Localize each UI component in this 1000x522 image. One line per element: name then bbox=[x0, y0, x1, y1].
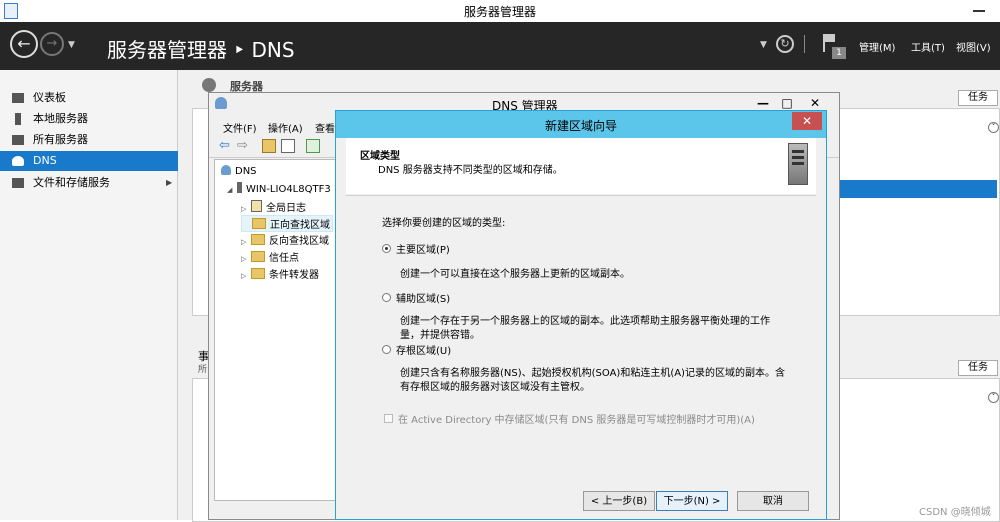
storage-icon bbox=[12, 178, 24, 188]
tasks-button-bottom[interactable]: 任务 bbox=[958, 360, 998, 376]
wizard-step-desc: DNS 服务器支持不同类型的区域和存储。 bbox=[378, 165, 563, 176]
tree-item-server[interactable]: ◢ WIN-LIO4L8QTF3 bbox=[227, 182, 331, 195]
back-button[interactable]: ← bbox=[10, 30, 38, 58]
back-button[interactable]: < 上一步(B) bbox=[583, 491, 655, 511]
refresh-icon[interactable]: ↻ bbox=[776, 35, 794, 53]
stub-zone-desc: 创建只含有名称服务器(NS)、起始授权机构(SOA)和粘连主机(A)记录的区域的… bbox=[400, 368, 785, 379]
events-sub: 所 bbox=[198, 365, 208, 375]
sidebar-item-label: DNS bbox=[33, 154, 57, 167]
expand-arrow-icon[interactable]: ▶ bbox=[166, 173, 172, 193]
sidebar-item-label: 所有服务器 bbox=[33, 133, 88, 146]
sidebar-item-local-server[interactable]: 本地服务器 bbox=[0, 109, 178, 129]
app-header: ← → ▼ 服务器管理器 ‣ DNS ▼ ↻ 1 管理(M) 工具(T) 视图(… bbox=[0, 22, 1000, 70]
menu-view[interactable]: 视图(V) bbox=[956, 39, 991, 54]
radio-stub-zone[interactable] bbox=[382, 345, 391, 354]
dns-minimize-button[interactable]: — bbox=[751, 95, 775, 111]
zone-type-prompt: 选择你要创建的区域的类型: bbox=[382, 218, 506, 229]
sidebar-item-file-storage[interactable]: 文件和存储服务 ▶ bbox=[0, 173, 178, 193]
tasks-button-top[interactable]: 任务 bbox=[958, 90, 998, 106]
sidebar-item-dns[interactable]: DNS bbox=[0, 151, 178, 171]
folder-icon bbox=[251, 268, 265, 279]
header-divider bbox=[804, 35, 805, 53]
cancel-button[interactable]: 取消 bbox=[737, 491, 809, 511]
log-icon bbox=[251, 200, 262, 212]
primary-zone-label[interactable]: 主要区域(P) bbox=[396, 241, 450, 256]
menu-view[interactable]: 查看 bbox=[315, 120, 335, 135]
forward-button[interactable]: → bbox=[40, 32, 64, 56]
expand-arrow-icon[interactable]: ▷ bbox=[241, 272, 251, 280]
watermark: CSDN @晓倾城 bbox=[919, 507, 991, 518]
servers-icon bbox=[12, 135, 24, 145]
sidebar-item-label: 本地服务器 bbox=[33, 112, 88, 125]
new-zone-wizard-dialog: 新建区域向导 ✕ 区域类型 DNS 服务器支持不同类型的区域和存储。 选择你要创… bbox=[335, 110, 827, 520]
menu-action[interactable]: 操作(A) bbox=[268, 120, 303, 135]
menu-tools[interactable]: 工具(T) bbox=[911, 39, 945, 54]
radio-secondary-zone[interactable] bbox=[382, 293, 391, 302]
sidebar-item-dashboard[interactable]: 仪表板 bbox=[0, 88, 178, 108]
folder-icon bbox=[252, 218, 266, 229]
folder-icon bbox=[251, 251, 265, 262]
wizard-title: 新建区域向导 bbox=[544, 119, 617, 133]
up-folder-icon[interactable] bbox=[262, 139, 276, 153]
sidebar-item-all-servers[interactable]: 所有服务器 bbox=[0, 130, 178, 150]
servers-section-icon bbox=[202, 78, 216, 92]
menu-manage[interactable]: 管理(M) bbox=[859, 39, 895, 54]
page-title: 服务器管理器 ‣ DNS bbox=[107, 38, 295, 62]
stub-zone-desc-2: 有存根区域的服务器对该区域没有主管权。 bbox=[400, 382, 590, 393]
expand-arrow-icon[interactable]: ▷ bbox=[241, 255, 251, 263]
tree-item-trust-points[interactable]: ▷ 信任点 bbox=[241, 249, 299, 264]
dns-maximize-button[interactable]: □ bbox=[775, 95, 799, 111]
tree-item-conditional-forwarders[interactable]: ▷ 条件转发器 bbox=[241, 266, 319, 281]
sidebar: 仪表板 本地服务器 所有服务器 DNS 文件和存储服务 ▶ bbox=[0, 70, 178, 520]
refresh-icon[interactable] bbox=[306, 139, 320, 153]
server-icon bbox=[15, 113, 21, 125]
history-dropdown-icon[interactable]: ▼ bbox=[68, 40, 75, 50]
stub-zone-label[interactable]: 存根区域(U) bbox=[396, 342, 451, 357]
collapse-icon[interactable]: ˅ bbox=[988, 392, 999, 403]
ad-store-checkbox[interactable] bbox=[384, 414, 393, 423]
tree-item-dns[interactable]: DNS bbox=[221, 165, 257, 177]
selected-server-row[interactable] bbox=[833, 180, 997, 198]
forward-arrow-icon[interactable]: ⇨ bbox=[237, 139, 251, 153]
minimize-button[interactable] bbox=[973, 4, 985, 12]
window-title: 服务器管理器 bbox=[463, 5, 536, 19]
window-title-bar: 服务器管理器 bbox=[0, 0, 1000, 23]
primary-zone-desc: 创建一个可以直接在这个服务器上更新的区域副本。 bbox=[400, 269, 630, 280]
expand-arrow-icon[interactable]: ▷ bbox=[241, 238, 251, 246]
refresh-dropdown-icon[interactable]: ▼ bbox=[760, 40, 767, 50]
dns-tree-view: DNS ◢ WIN-LIO4L8QTF3 ▷ 全局日志 正向查找区域 ▷ 反向查找区域… bbox=[214, 159, 341, 501]
notification-badge: 1 bbox=[832, 47, 846, 59]
wizard-title-bar: 新建区域向导 ✕ bbox=[336, 111, 826, 138]
collapse-icon[interactable]: ˅ bbox=[988, 122, 999, 133]
tree-item-reverse-zones[interactable]: ▷ 反向查找区域 bbox=[241, 232, 329, 247]
dns-icon bbox=[12, 156, 24, 166]
next-button[interactable]: 下一步(N) > bbox=[656, 491, 728, 511]
secondary-zone-desc: 创建一个存在于另一个服务器上的区域的副本。此选项帮助主服务器平衡处理的工作 bbox=[400, 316, 770, 327]
server-icon bbox=[237, 182, 242, 193]
wizard-body: 选择你要创建的区域的类型: 主要区域(P) 创建一个可以直接在这个服务器上更新的… bbox=[346, 195, 816, 478]
dns-icon bbox=[215, 97, 227, 109]
sidebar-item-label: 文件和存储服务 bbox=[33, 176, 110, 189]
radio-primary-zone[interactable] bbox=[382, 244, 391, 253]
expand-arrow-icon[interactable]: ▷ bbox=[241, 205, 251, 213]
wizard-header: 区域类型 DNS 服务器支持不同类型的区域和存储。 bbox=[346, 138, 816, 194]
secondary-zone-desc-2: 量，并提供容错。 bbox=[400, 330, 480, 341]
ad-store-label: 在 Active Directory 中存储区域(只有 DNS 服务器是可写域控… bbox=[398, 415, 755, 426]
show-tree-icon[interactable] bbox=[281, 139, 295, 153]
tree-item-global-logs[interactable]: ▷ 全局日志 bbox=[241, 199, 306, 214]
back-arrow-icon[interactable]: ⇦ bbox=[219, 139, 233, 153]
wizard-close-button[interactable]: ✕ bbox=[792, 112, 822, 130]
secondary-zone-label[interactable]: 辅助区域(S) bbox=[396, 290, 450, 305]
dns-close-button[interactable]: ✕ bbox=[803, 95, 827, 111]
collapse-arrow-icon[interactable]: ◢ bbox=[227, 186, 237, 194]
menu-file[interactable]: 文件(F) bbox=[223, 120, 257, 135]
wizard-step-title: 区域类型 bbox=[360, 151, 400, 162]
folder-icon bbox=[251, 234, 265, 245]
server-tower-icon bbox=[788, 143, 808, 185]
dashboard-icon bbox=[12, 93, 24, 103]
tree-item-forward-zones[interactable]: 正向查找区域 bbox=[241, 215, 333, 232]
dns-icon bbox=[221, 165, 231, 175]
sidebar-item-label: 仪表板 bbox=[33, 91, 66, 104]
